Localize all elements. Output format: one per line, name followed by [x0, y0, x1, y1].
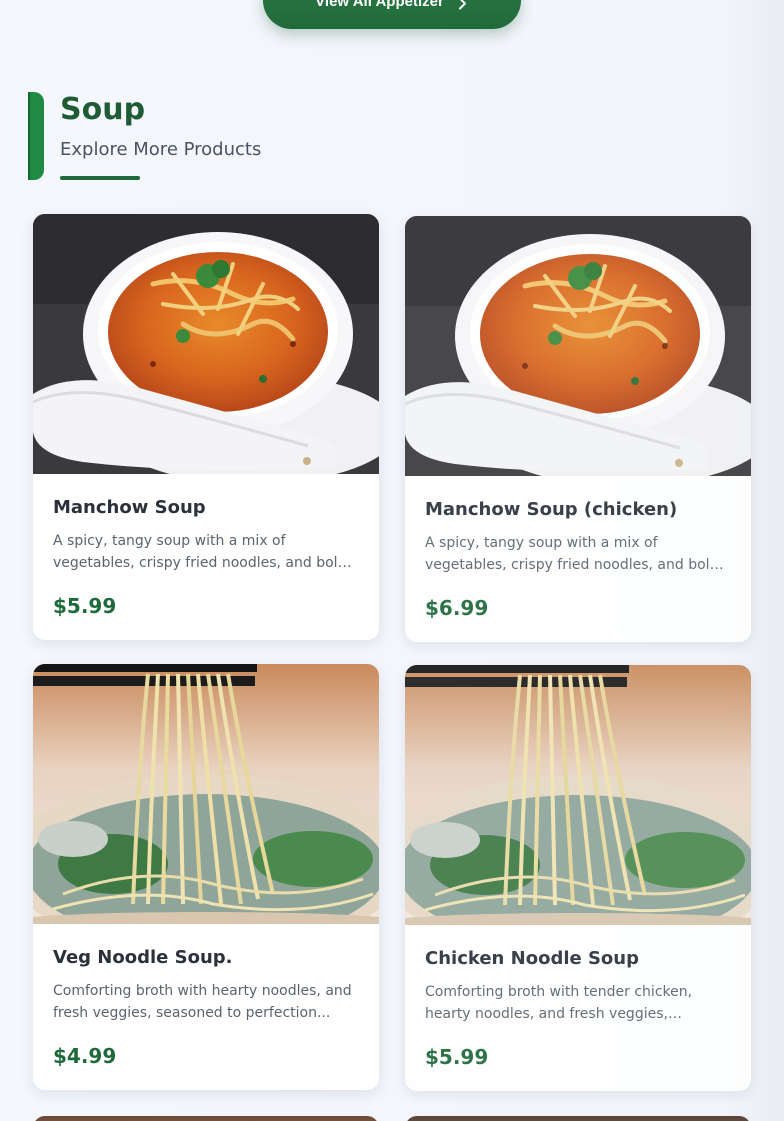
manchow-soup-photo: [405, 216, 751, 476]
product-name: Veg Noodle Soup.: [53, 947, 233, 968]
product-card-partial[interactable]: [405, 1116, 751, 1121]
view-all-button-label: View All Appetizer: [315, 0, 444, 10]
product-price: $4.99: [53, 1044, 117, 1068]
section-title: Soup: [60, 92, 146, 127]
chevron-right-icon: [456, 0, 469, 10]
product-card[interactable]: Chicken Noodle Soup Comforting broth wit…: [405, 665, 751, 1091]
section-underline: [60, 176, 140, 180]
section-accent-bar: [28, 92, 44, 180]
product-name: Manchow Soup (chicken): [425, 499, 678, 520]
page: View All Appetizer Soup Explore More Pro…: [0, 0, 784, 1121]
product-card-partial[interactable]: [33, 1116, 379, 1121]
product-card[interactable]: Veg Noodle Soup. Comforting broth with h…: [33, 664, 379, 1090]
product-description: A spicy, tangy soup with a mix of vegeta…: [53, 533, 347, 571]
product-price: $5.99: [53, 594, 117, 618]
noodle-soup-photo: [33, 664, 379, 924]
product-description: Comforting broth with hearty noodles, an…: [53, 983, 352, 1021]
section-subtitle: Explore More Products: [60, 139, 262, 160]
product-card[interactable]: Manchow Soup (chicken) A spicy, tangy so…: [405, 216, 751, 642]
product-description: Comforting broth with tender chicken, he…: [425, 984, 693, 1022]
product-name: Manchow Soup: [53, 497, 206, 518]
product-description: A spicy, tangy soup with a mix of vegeta…: [425, 535, 719, 573]
product-price: $6.99: [425, 596, 489, 620]
product-name: Chicken Noodle Soup: [425, 948, 639, 969]
product-card[interactable]: Manchow Soup A spicy, tangy soup with a …: [33, 214, 379, 640]
product-price: $5.99: [425, 1045, 489, 1069]
view-all-appetizer-button[interactable]: View All Appetizer: [263, 0, 521, 29]
manchow-soup-photo: [33, 214, 379, 474]
noodle-soup-photo: [405, 665, 751, 925]
